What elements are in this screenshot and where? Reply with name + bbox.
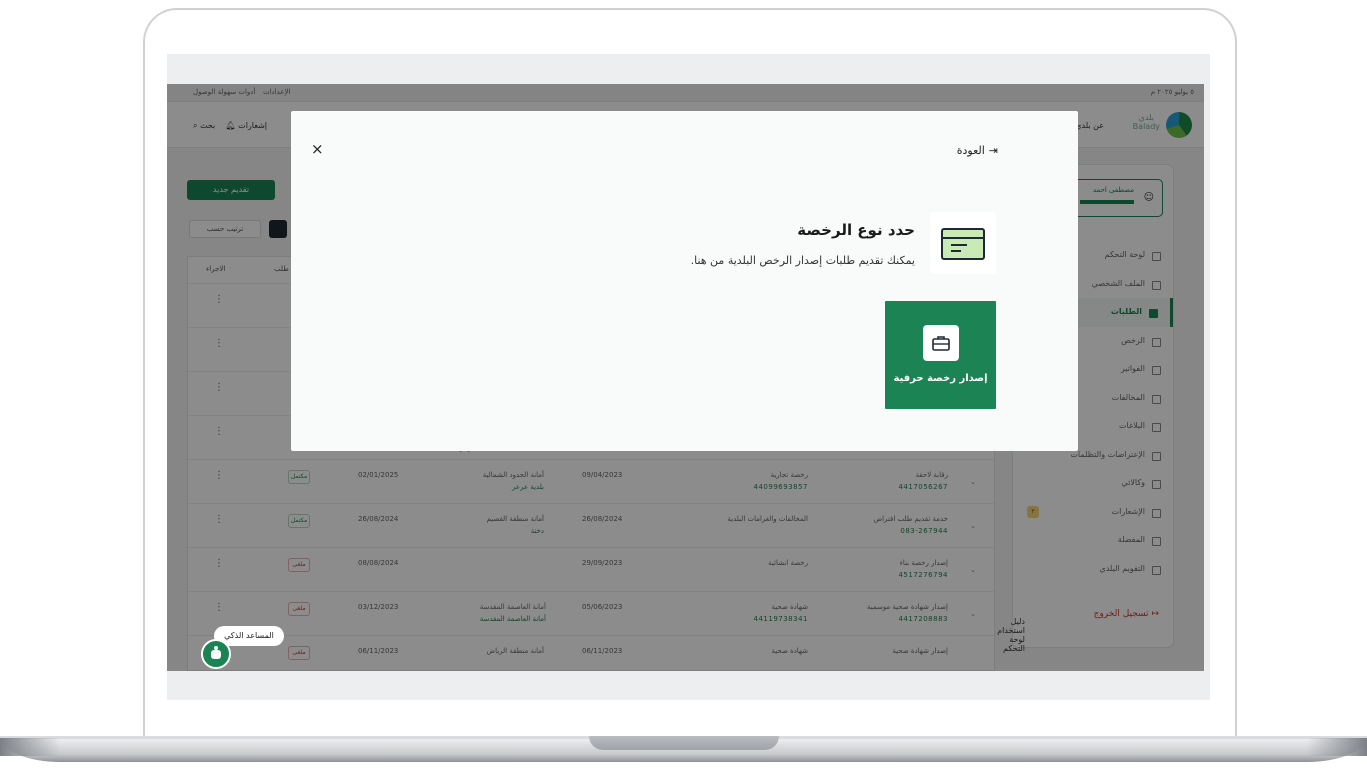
robot-icon[interactable] xyxy=(201,639,231,669)
modal-title: حدد نوع الرخصة xyxy=(797,221,915,239)
craft-license-card[interactable]: إصدار رخصة حرفية xyxy=(885,301,996,409)
back-button[interactable]: ⇥ العودة xyxy=(957,144,998,157)
modal-subtitle: يمكنك تقديم طلبات إصدار الرخص البلدية من… xyxy=(690,254,915,267)
briefcase-icon xyxy=(923,325,959,361)
laptop-base-shade xyxy=(0,738,60,756)
laptop-base-shade xyxy=(1307,738,1367,756)
license-document-icon xyxy=(930,212,996,274)
back-label: العودة xyxy=(956,144,985,157)
close-icon[interactable]: × xyxy=(311,141,324,157)
craft-license-label: إصدار رخصة حرفية xyxy=(893,373,988,384)
laptop-mockup: ٥ يوليو ٢٠٢٥ م الإعدادات أدوات سهولة الو… xyxy=(0,0,1367,774)
back-arrow-icon: ⇥ xyxy=(988,144,998,157)
laptop-notch xyxy=(589,736,779,750)
license-type-modal: ⇥ العودة × حدد نوع الرخصة يمكنك تقديم طل… xyxy=(291,111,1078,451)
